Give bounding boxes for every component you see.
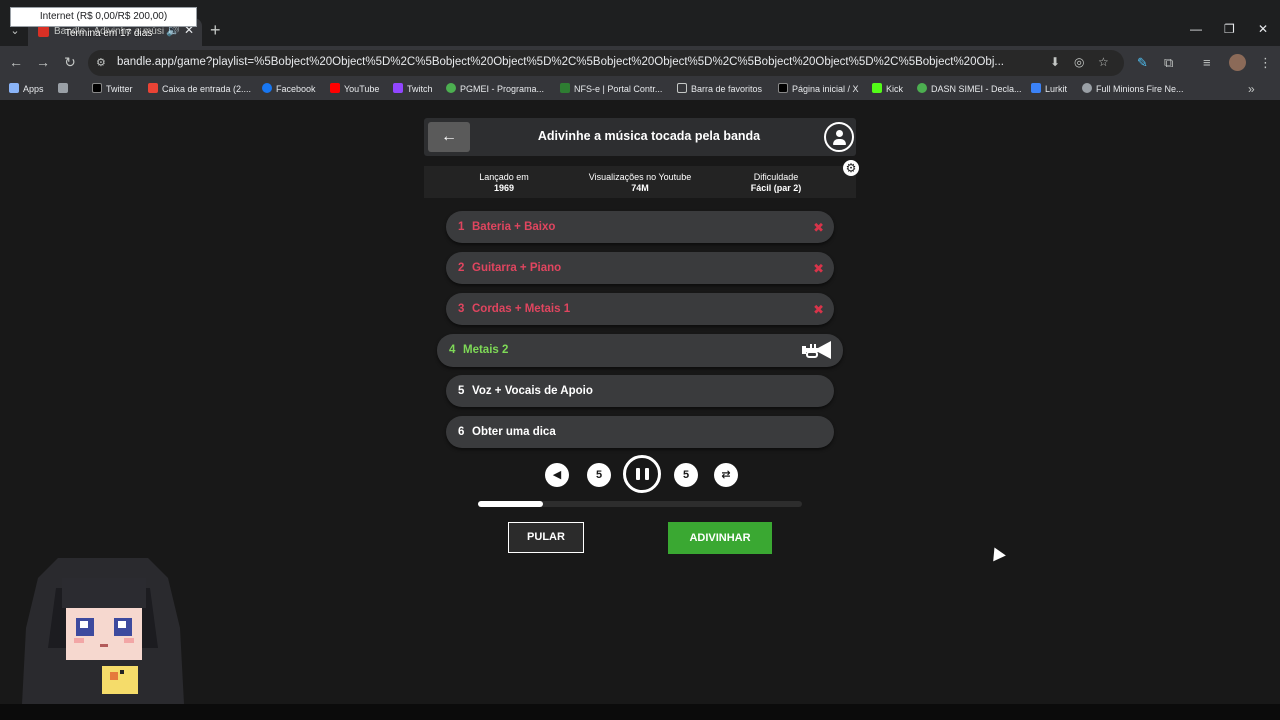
gmail-icon <box>148 83 158 93</box>
x-logo-icon <box>92 83 102 93</box>
round-row-2[interactable]: 2 Guitarra + Piano ✖ <box>446 252 834 284</box>
pixel-avatar-image <box>22 558 184 704</box>
apps-grid-icon <box>9 83 19 93</box>
tab-strip: ⌄ Bandle - Adivinhe a música 🔊 ✕ Termina… <box>0 0 1280 46</box>
bookmark-x-home[interactable]: Página inicial / X <box>778 83 859 94</box>
user-profile-button[interactable] <box>824 122 854 152</box>
mouse-cursor <box>988 544 1006 562</box>
back-button[interactable]: ← <box>428 122 470 152</box>
url-text[interactable]: bandle.app/game?playlist=%5Bobject%20Obj… <box>117 56 1047 68</box>
media-controls-icon[interactable]: ≡ <box>1203 55 1211 70</box>
bandle-page: ← Adivinhe a música tocada pela banda La… <box>0 100 1280 704</box>
x-mark-icon: ✖ <box>813 261 824 276</box>
facebook-icon <box>262 83 272 93</box>
site-info-icon[interactable]: ⚙ <box>96 56 106 69</box>
x-mark-icon: ✖ <box>813 302 824 317</box>
globe-icon <box>1082 83 1092 93</box>
round-row-3[interactable]: 3 Cordas + Metais 1 ✖ <box>446 293 834 325</box>
folder-icon <box>677 83 687 93</box>
pause-icon <box>636 468 640 480</box>
bookmark-kick[interactable]: Kick <box>872 83 903 94</box>
x-mark-icon: ✖ <box>813 220 824 235</box>
user-icon <box>836 130 843 137</box>
bookmark-dasn[interactable]: DASN SIMEI - Decla... <box>917 83 1022 94</box>
bookmark-grid[interactable] <box>58 83 72 94</box>
bookmark-pgmei[interactable]: PGMEI - Programa... <box>446 83 544 94</box>
pause-button[interactable] <box>623 455 661 493</box>
bookmarks-bar: Apps Twitter Caixa de entrada (2.... Fac… <box>0 80 1280 100</box>
round-row-6[interactable]: 6 Obter uma dica <box>446 416 834 448</box>
game-header: ← Adivinhe a música tocada pela banda <box>424 118 856 156</box>
restore-icon[interactable]: ❐ <box>1224 22 1235 36</box>
speaker-icon: ◀ <box>552 469 562 481</box>
bookmark-youtube[interactable]: YouTube <box>330 83 379 94</box>
round-row-4[interactable]: 4 Metais 2 <box>437 334 843 367</box>
bookmark-nfse[interactable]: NFS-e | Portal Contr... <box>560 83 662 94</box>
address-bar[interactable]: ⚙ bandle.app/game?playlist=%5Bobject%20O… <box>88 50 1124 76</box>
repeat-off-icon: ⇄ <box>721 469 731 481</box>
page-title: Adivinhe a música tocada pela banda <box>537 129 761 143</box>
release-year: Lançado em 1969 <box>479 172 529 193</box>
install-app-icon[interactable]: ⬇ <box>1050 55 1060 69</box>
taskbar-strip <box>0 704 1280 720</box>
bookmark-star-icon[interactable]: ☆ <box>1098 55 1109 69</box>
more-bookmarks-icon[interactable]: » <box>1248 82 1255 96</box>
round-row-5[interactable]: 5 Voz + Vocais de Apoio <box>446 375 834 407</box>
bookmark-twitter[interactable]: Twitter <box>92 83 133 94</box>
progress-fill <box>478 501 543 507</box>
kick-icon <box>872 83 882 93</box>
skip-button[interactable]: PULAR <box>508 522 584 553</box>
eye-off-icon[interactable]: ◎ <box>1074 55 1084 69</box>
forward-5-icon: 5 <box>682 469 690 481</box>
trumpet-icon <box>802 341 831 359</box>
extensions-puzzle-icon[interactable]: ⧉ <box>1164 55 1173 71</box>
minimize-icon[interactable]: — <box>1190 22 1202 36</box>
gov-icon <box>446 83 456 93</box>
twitch-icon <box>393 83 403 93</box>
youtube-icon <box>330 83 340 93</box>
guess-button[interactable]: ADIVINHAR <box>668 522 772 554</box>
repeat-off-button[interactable]: ⇄ <box>714 463 738 487</box>
youtube-views: Visualizações no Youtube 74M <box>588 172 692 193</box>
difficulty: Dificuldade Fácil (par 2) <box>750 172 802 193</box>
back-arrow-icon[interactable]: ← <box>7 54 25 70</box>
menu-kebab-icon[interactable]: ⋮ <box>1259 55 1272 71</box>
bookmark-facebook[interactable]: Facebook <box>262 83 316 94</box>
rewind-5-icon: 5 <box>595 469 603 481</box>
translate-extension-icon[interactable]: ✎ <box>1137 55 1148 71</box>
round-row-1[interactable]: 1 Bateria + Baixo ✖ <box>446 211 834 243</box>
lurkit-icon <box>1031 83 1041 93</box>
settings-gear-icon[interactable]: ⚙ <box>843 160 859 176</box>
bandle-favicon-icon <box>38 26 49 37</box>
arrow-left-icon: ← <box>441 128 457 145</box>
volume-button[interactable]: ◀ <box>545 463 569 487</box>
profile-avatar[interactable] <box>1229 54 1246 71</box>
forward-5-button[interactable]: 5 <box>674 463 698 487</box>
rewind-5-button[interactable]: 5 <box>587 463 611 487</box>
bookmark-gmail[interactable]: Caixa de entrada (2.... <box>148 83 251 94</box>
bookmark-folder[interactable]: Barra de favoritos <box>677 83 762 94</box>
grid-icon <box>58 83 68 93</box>
gov-icon <box>917 83 927 93</box>
close-window-icon[interactable]: ✕ <box>1258 22 1268 36</box>
reload-icon[interactable]: ↻ <box>61 54 79 71</box>
bookmark-lurkit[interactable]: Lurkit <box>1031 83 1067 94</box>
tab-hover-card: Internet (R$ 0,00/R$ 200,00) <box>10 7 197 27</box>
tab-tooltip: Termina em 17 dias <box>65 28 153 39</box>
song-info-bar: Lançado em 1969 Visualizações no Youtube… <box>424 166 856 198</box>
x-logo-icon <box>778 83 788 93</box>
bookmark-apps[interactable]: Apps <box>9 83 44 94</box>
bookmark-minions[interactable]: Full Minions Fire Ne... <box>1082 83 1184 94</box>
forward-arrow-icon[interactable]: → <box>34 54 52 70</box>
bookmark-twitch[interactable]: Twitch <box>393 83 433 94</box>
nfse-icon <box>560 83 570 93</box>
browser-toolbar: ← → ↻ ⚙ bandle.app/game?playlist=%5Bobje… <box>0 46 1280 80</box>
playback-progress-bar[interactable] <box>478 501 802 507</box>
new-tab-button[interactable]: + <box>210 20 221 40</box>
